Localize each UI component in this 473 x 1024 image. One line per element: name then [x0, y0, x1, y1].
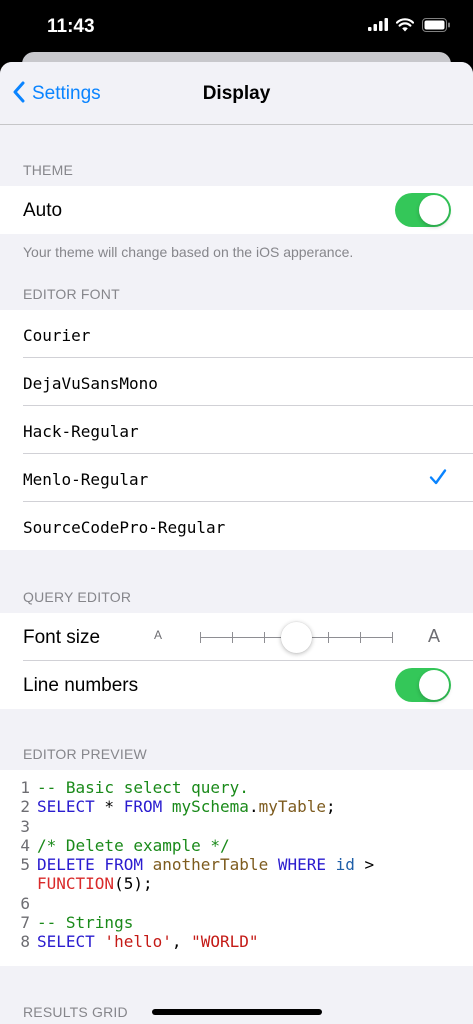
status-time: 11:43 [47, 16, 95, 37]
slider-tick [264, 632, 265, 643]
font-option-hack-regular[interactable]: Hack-Regular [0, 406, 473, 454]
line-number [0, 874, 37, 893]
font-option-label: SourceCodePro-Regular [23, 518, 226, 537]
code-line: 4 /* Delete example */ [0, 836, 473, 855]
font-option-label: Courier [23, 326, 91, 345]
code-comment: /* Delete example */ [37, 835, 230, 855]
code-line: 6 [0, 894, 473, 913]
checkmark-icon [429, 468, 447, 491]
editor-font-group: Courier DejaVuSansMono Hack-Regular Menl… [0, 310, 473, 550]
slider-tick [360, 632, 361, 643]
section-header-editor-font: EDITOR FONT [23, 286, 120, 302]
navigation-bar: Settings Display [0, 62, 473, 125]
toggle-knob [419, 670, 449, 700]
code-line: 1 -- Basic select query. [0, 778, 473, 797]
code-text: > [354, 855, 375, 875]
code-identifier: anotherTable [142, 855, 269, 875]
code-keyword: SELECT [37, 932, 95, 952]
code-comment: -- Basic select query. [37, 778, 249, 797]
section-header-query-editor: QUERY EDITOR [23, 589, 132, 605]
line-number: 8 [20, 932, 30, 952]
auto-theme-label: Auto [23, 200, 63, 221]
line-numbers-row: Line numbers [0, 661, 473, 709]
font-size-slider[interactable]: A A [150, 613, 450, 662]
code-text: (5); [114, 874, 153, 894]
font-option-dejavusansmono[interactable]: DejaVuSansMono [0, 358, 473, 406]
line-number: 7 [20, 913, 30, 933]
status-bar: 11:43 [0, 0, 473, 52]
slider-thumb[interactable] [281, 622, 312, 653]
code-schema: mySchema [162, 797, 249, 817]
code-keyword: FROM [123, 797, 163, 817]
font-option-courier[interactable]: Courier [0, 310, 473, 358]
display-settings-sheet: Settings Display THEME Auto Your theme w… [0, 62, 473, 1024]
page-title: Display [202, 83, 271, 104]
slider-track[interactable] [200, 622, 393, 653]
section-header-results-grid: RESULTS GRID [23, 1004, 128, 1020]
font-option-label: DejaVuSansMono [23, 374, 158, 393]
line-number: 2 [20, 797, 30, 817]
code-line: FUNCTION(5); [0, 874, 473, 893]
font-size-label: Font size [23, 627, 101, 648]
auto-theme-row: Auto [0, 186, 473, 234]
code-keyword: WHERE [268, 855, 326, 875]
section-header-theme: THEME [23, 162, 73, 178]
code-keyword: FROM [94, 855, 143, 875]
line-number: 5 [20, 855, 30, 875]
code-line: 8 SELECT 'hello', "WORLD" [0, 932, 473, 951]
slider-tick [200, 632, 201, 643]
code-line: 3 [0, 817, 473, 836]
code-line: 7 -- Strings [0, 913, 473, 932]
theme-footer-note: Your theme will change based on the iOS … [23, 244, 354, 260]
code-keyword: DELETE [37, 855, 95, 875]
font-size-row: Font size A A [0, 613, 473, 661]
line-number: 4 [20, 835, 30, 855]
code-line: 5 DELETE FROM anotherTable WHERE id > [0, 855, 473, 874]
wifi-icon [395, 17, 415, 37]
query-editor-group: Font size A A Line numbers [0, 613, 473, 709]
code-comment: -- Strings [37, 913, 134, 933]
code-text: , [171, 932, 192, 952]
code-text: ; [326, 797, 336, 817]
code-text: * [94, 797, 124, 817]
code-string: 'hello' [94, 932, 172, 952]
code-function: FUNCTION [37, 874, 115, 894]
toggle-knob [419, 195, 449, 225]
code-keyword: SELECT [37, 797, 95, 817]
font-option-label: Menlo-Regular [23, 470, 149, 489]
theme-group: Auto [0, 186, 473, 234]
signal-icon [368, 18, 388, 36]
font-option-sourcecodepro-regular[interactable]: SourceCodePro-Regular [0, 502, 473, 550]
auto-theme-toggle[interactable] [395, 193, 451, 227]
home-indicator [152, 1009, 322, 1015]
code-text: . [248, 797, 259, 817]
line-number: 3 [20, 816, 30, 836]
slider-tick [328, 632, 329, 643]
battery-icon [422, 17, 451, 37]
slider-tick [232, 632, 233, 643]
status-icons [368, 17, 451, 37]
slider-tick [392, 632, 393, 643]
code-column: id [326, 855, 355, 875]
editor-preview: 1 -- Basic select query. 2 SELECT * FROM… [0, 770, 473, 966]
line-numbers-toggle[interactable] [395, 668, 451, 702]
font-option-label: Hack-Regular [23, 422, 139, 441]
code-line: 2 SELECT * FROM mySchema.myTable; [0, 797, 473, 816]
line-number: 6 [20, 893, 30, 913]
section-header-editor-preview: EDITOR PREVIEW [23, 746, 147, 762]
large-a-icon: A [427, 626, 440, 646]
code-string: "WORLD" [191, 932, 259, 952]
line-number: 1 [20, 778, 30, 797]
code-identifier: myTable [258, 797, 327, 817]
line-numbers-label: Line numbers [23, 675, 139, 696]
small-a-icon: A [154, 628, 163, 642]
font-option-menlo-regular[interactable]: Menlo-Regular [0, 454, 473, 502]
